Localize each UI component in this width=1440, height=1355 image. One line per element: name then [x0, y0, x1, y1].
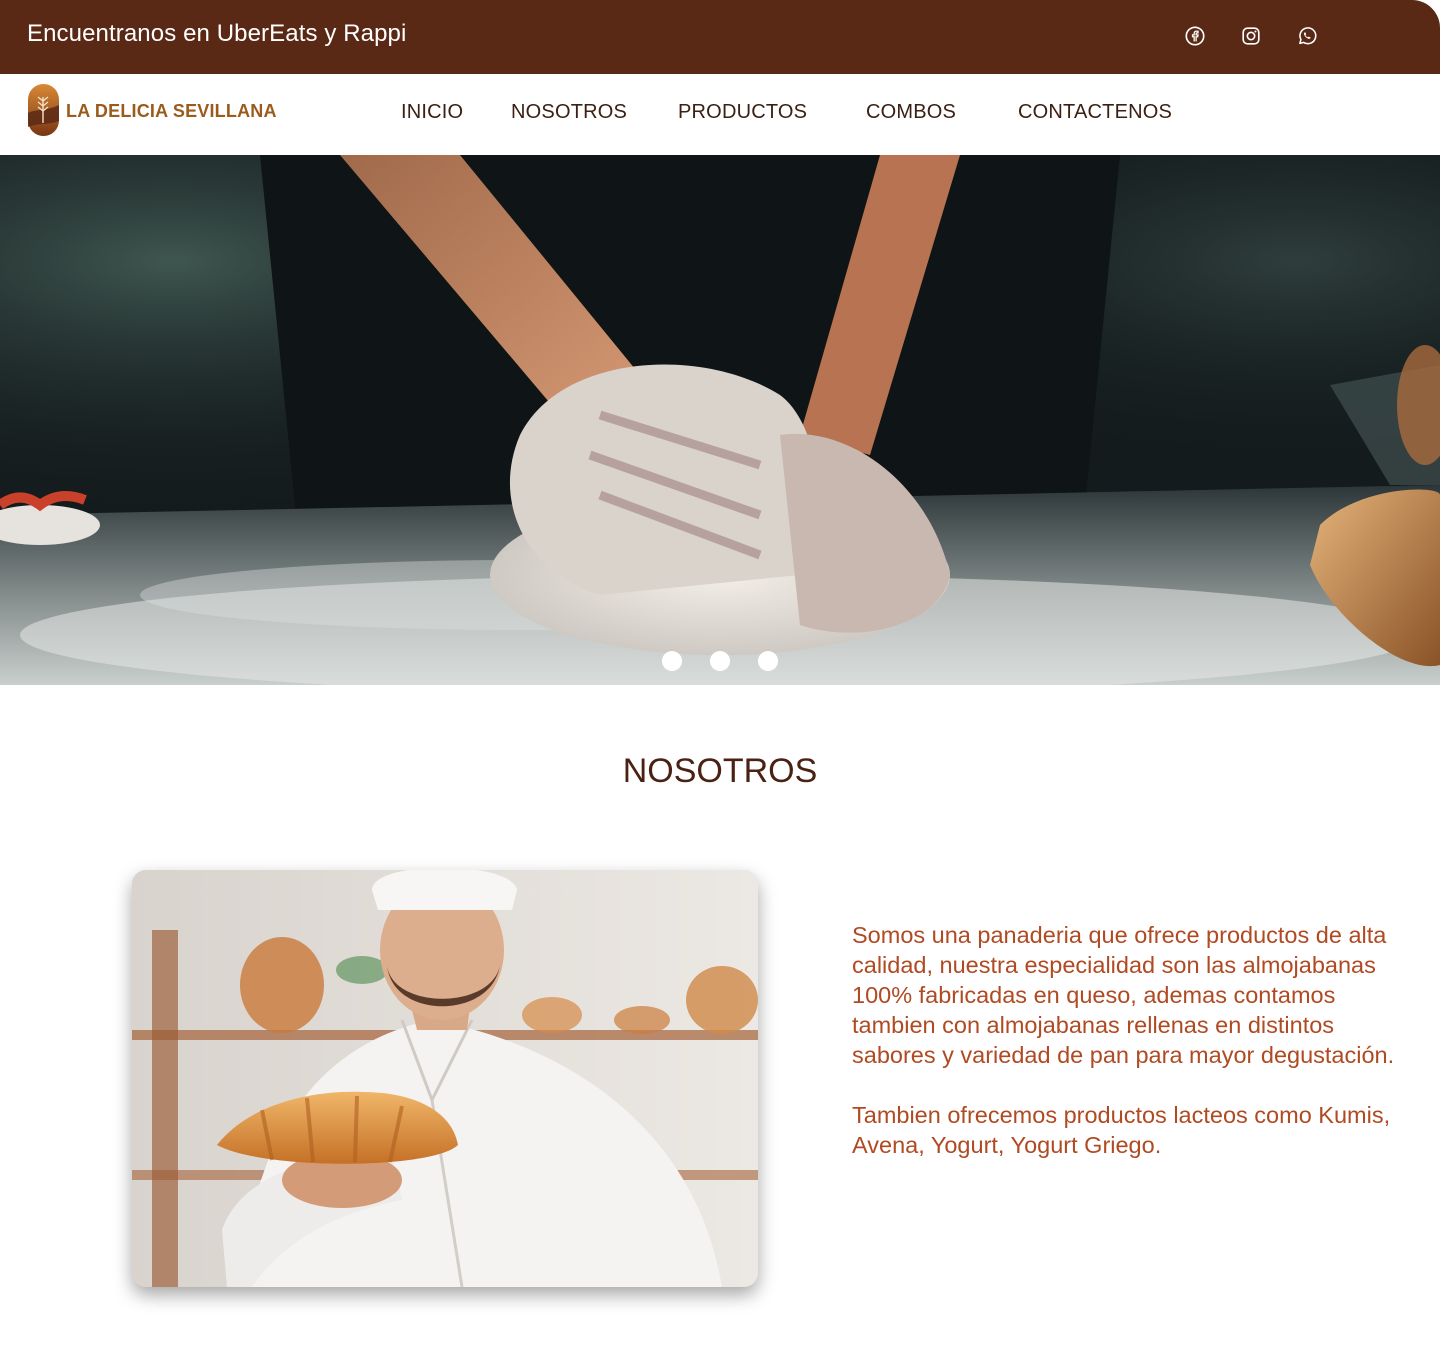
carousel-dot-2[interactable]	[710, 651, 730, 671]
about-paragraph-2: Tambien ofrecemos productos lacteos como…	[852, 1102, 1391, 1158]
hero-image-baker-kneading-dough	[0, 155, 1440, 685]
nav-item-nosotros[interactable]: NOSOTROS	[511, 101, 627, 124]
hero-carousel[interactable]	[0, 155, 1440, 685]
nav-item-inicio[interactable]: INICIO	[401, 101, 463, 124]
top-bar: Encuentranos en UberEats y Rappi	[0, 0, 1440, 74]
baker-holding-croissant-image	[132, 870, 758, 1287]
brand-name[interactable]: LA DELICIA SEVILLANA	[66, 101, 277, 122]
nav-item-combos[interactable]: COMBOS	[866, 101, 956, 124]
brand-logo[interactable]	[27, 83, 60, 137]
section-title: NOSOTROS	[622, 752, 818, 790]
about-paragraph-1: Somos una panaderia que ofrece productos…	[852, 922, 1395, 1068]
baker-photo	[132, 870, 758, 1287]
delivery-notice: Encuentranos en UberEats y Rappi	[27, 20, 407, 47]
carousel-dot-3[interactable]	[758, 651, 778, 671]
about-description: Somos una panaderia que ofrece productos…	[852, 920, 1412, 1160]
nav-item-productos[interactable]: PRODUCTOS	[678, 101, 807, 124]
main-nav: LA DELICIA SEVILLANA INICIO NOSOTROS PRO…	[0, 74, 1440, 155]
carousel-dot-1[interactable]	[662, 651, 682, 671]
instagram-icon[interactable]	[1239, 24, 1263, 48]
whatsapp-icon[interactable]	[1295, 24, 1319, 48]
facebook-icon[interactable]	[1183, 24, 1207, 48]
nav-item-contactenos[interactable]: CONTACTENOS	[1018, 101, 1172, 124]
